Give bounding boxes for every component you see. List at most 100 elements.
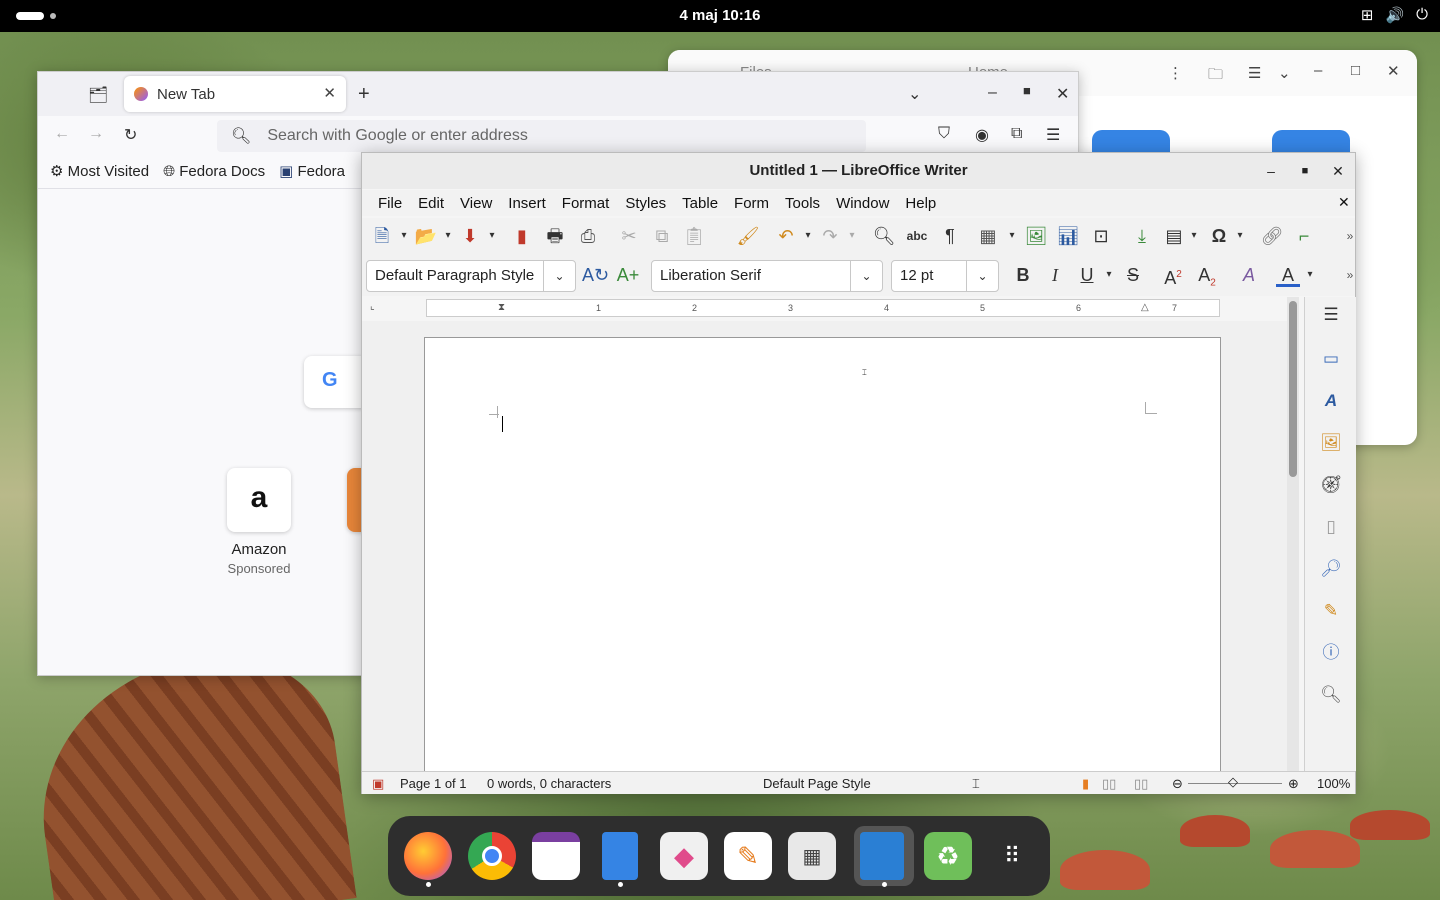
chevron-down-icon[interactable]: ⌄ (1278, 64, 1291, 82)
copy-icon[interactable]: ⧉ (650, 224, 674, 248)
software-icon[interactable]: ◆ (660, 832, 708, 880)
extensions-icon[interactable]: ⧉ (1011, 125, 1022, 143)
cut-icon[interactable]: ✂ (617, 224, 641, 248)
save-icon[interactable]: ⬇ (458, 224, 482, 248)
firefox-icon[interactable] (404, 832, 452, 880)
chevron-down-icon[interactable]: ▾ (1228, 224, 1252, 248)
text-editor-icon[interactable]: ✎ (724, 832, 772, 880)
maximize-icon[interactable]: ■ (1023, 83, 1031, 98)
chevron-down-icon[interactable]: ▾ (392, 224, 416, 248)
zoom-in-icon[interactable]: ⊕ (1288, 776, 1299, 792)
tab-stop-selector-icon[interactable]: ⌞ (370, 301, 375, 312)
multi-page-view-icon[interactable]: ▯▯ (1102, 776, 1116, 792)
document-page[interactable]: ⌶ (424, 337, 1221, 771)
maximize-icon[interactable]: ■ (1290, 153, 1320, 189)
reload-icon[interactable]: ↻ (124, 125, 137, 145)
document-canvas[interactable]: ⌶ (362, 321, 1287, 771)
vertical-scrollbar[interactable] (1287, 297, 1299, 771)
app-grid-icon[interactable]: ⠿ (988, 832, 1036, 880)
gallery-icon[interactable]: 🖼︎ (1319, 431, 1343, 455)
system-menu[interactable]: ⊞ 🔊 ⏻ (1361, 6, 1428, 24)
trash-icon[interactable]: ♻ (924, 832, 972, 880)
formatting-marks-icon[interactable]: ¶ (938, 224, 962, 248)
paragraph-style-select[interactable]: Default Paragraph Style ⌄ (366, 260, 576, 292)
print-preview-icon[interactable]: ⎙ (576, 224, 600, 248)
forward-icon[interactable]: → (88, 125, 104, 143)
navigator-icon[interactable]: 🧭︎ (1319, 473, 1343, 497)
menu-help[interactable]: Help (897, 195, 944, 212)
right-indent-marker-icon[interactable]: △ (1141, 302, 1149, 313)
text-selection-mode-icon[interactable]: ⌶ (972, 776, 980, 792)
chevron-down-icon[interactable]: ▾ (796, 224, 820, 248)
page-break-icon[interactable]: ⤓ (1130, 224, 1154, 248)
writer-icon[interactable] (860, 832, 904, 880)
clock[interactable]: 4 maj 10:16 (0, 7, 1440, 24)
zoom-slider-handle[interactable]: ◇ (1228, 774, 1238, 790)
chevron-down-icon[interactable]: ▾ (1298, 263, 1322, 287)
menu-styles[interactable]: Styles (617, 195, 674, 212)
chevron-down-icon[interactable]: ▾ (436, 224, 460, 248)
url-bar[interactable]: 🔍︎ Search with Google or enter address (217, 120, 866, 152)
minimize-icon[interactable]: – (1314, 62, 1322, 79)
scrollbar-thumb[interactable] (1289, 301, 1297, 477)
styles-icon[interactable]: A (1319, 389, 1343, 413)
new-tab-icon[interactable]: + (358, 83, 370, 106)
list-tabs-icon[interactable]: ⌄ (908, 84, 921, 104)
clone-formatting-icon[interactable]: 🖌 (736, 224, 760, 248)
menu-tools[interactable]: Tools (777, 195, 828, 212)
chevron-down-icon[interactable]: ▾ (1097, 263, 1121, 287)
word-count[interactable]: 0 words, 0 characters (487, 776, 611, 791)
properties-icon[interactable]: ▭ (1319, 347, 1343, 371)
page-style[interactable]: Default Page Style (763, 776, 871, 791)
files-search-icon[interactable]: 🗀 (1208, 64, 1223, 89)
close-icon[interactable]: ✕ (1056, 84, 1069, 104)
menu-view[interactable]: View (452, 195, 500, 212)
find-replace-icon[interactable]: 🔍︎ (872, 224, 896, 248)
bold-icon[interactable]: B (1011, 263, 1035, 287)
hyperlink-icon[interactable]: 🔗︎ (1260, 224, 1284, 248)
footnote-icon[interactable]: ⌐ (1292, 224, 1316, 248)
font-name-select[interactable]: Liberation Serif ⌄ (651, 260, 883, 292)
zoom-out-icon[interactable]: ⊖ (1172, 776, 1183, 792)
shortcut-amazon[interactable]: a (227, 468, 291, 532)
bookmark-fedora[interactable]: ▣ Fedora (279, 162, 345, 180)
chevron-down-icon[interactable]: ⌄ (850, 261, 882, 291)
clear-formatting-icon[interactable]: A (1237, 263, 1261, 287)
more-options-icon[interactable]: » (1338, 224, 1362, 248)
sidebar-menu-icon[interactable]: ☰ (1319, 303, 1343, 327)
files-list-view-icon[interactable]: ☰ (1248, 64, 1261, 82)
export-pdf-icon[interactable]: ▮ (510, 224, 534, 248)
find-icon[interactable]: 🔍︎ (1319, 683, 1343, 707)
account-icon[interactable]: ◉ (975, 125, 989, 145)
hamburger-menu-icon[interactable]: ☰ (1046, 125, 1060, 145)
chevron-down-icon[interactable]: ⌄ (543, 261, 575, 291)
strikethrough-icon[interactable]: S (1121, 263, 1145, 287)
files-icon[interactable] (602, 832, 638, 880)
chevron-down-icon[interactable]: ▾ (840, 224, 864, 248)
chevron-down-icon[interactable]: ⌄ (966, 261, 998, 291)
update-style-icon[interactable]: A↻ (582, 263, 609, 287)
bookmark-most-visited[interactable]: ⚙ Most Visited (50, 162, 149, 180)
menu-table[interactable]: Table (674, 195, 726, 212)
font-size-select[interactable]: 12 pt ⌄ (891, 260, 999, 292)
paste-icon[interactable]: 📋︎ (682, 224, 706, 248)
close-icon[interactable]: ✕ (1387, 62, 1400, 80)
single-page-view-icon[interactable]: ▮ (1082, 776, 1089, 792)
indent-marker-icon[interactable]: ⧗ (498, 302, 505, 313)
minimize-icon[interactable]: – (988, 84, 997, 102)
workspace-indicator[interactable] (50, 13, 56, 19)
more-options-icon[interactable]: » (1338, 263, 1362, 287)
open-icon[interactable]: 📂 (414, 224, 438, 248)
subscript-icon[interactable]: A2 (1195, 263, 1219, 289)
pocket-icon[interactable]: ⛉ (938, 125, 950, 143)
menu-insert[interactable]: Insert (500, 195, 554, 212)
activities-button[interactable] (16, 12, 44, 20)
font-color-icon[interactable]: A (1276, 263, 1300, 287)
bookmark-fedora-docs[interactable]: 🌐︎ Fedora Docs (163, 163, 265, 180)
back-icon[interactable]: ← (54, 125, 70, 143)
underline-icon[interactable]: U (1075, 263, 1099, 287)
insert-text-box-icon[interactable]: ⊡ (1089, 224, 1113, 248)
new-document-icon[interactable]: 🗎 (370, 224, 394, 248)
chevron-down-icon[interactable]: ▾ (480, 224, 504, 248)
horizontal-ruler[interactable]: ⧗ 1 2 3 4 5 6 7 △ (426, 299, 1220, 317)
